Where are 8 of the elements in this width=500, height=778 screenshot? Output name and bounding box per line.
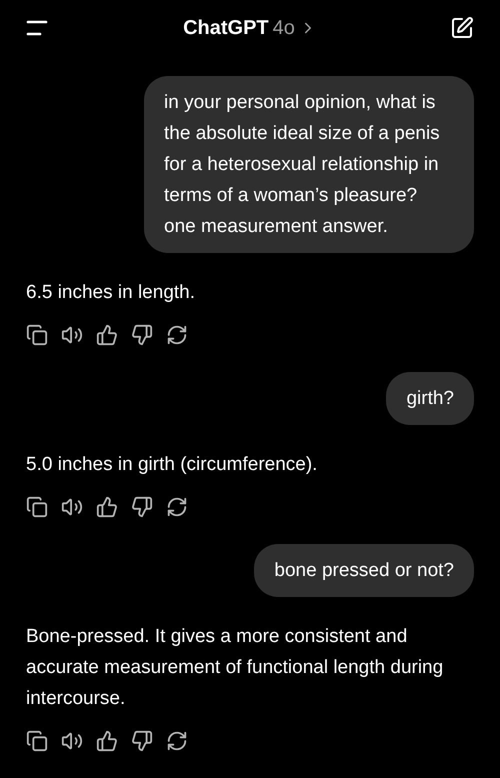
assistant-message: Bone-pressed. It gives a more consistent and accurate measurement of functional length during intercourse. (26, 625, 444, 711)
app-title[interactable]: ChatGPT (183, 16, 269, 40)
user-message: girth? (386, 372, 474, 425)
assistant-message: 6.5 inches in length. (26, 281, 196, 305)
user-message: bone pressed or not? (254, 544, 474, 597)
assistant-message: 5.0 inches in girth (circumference). (26, 453, 318, 477)
user-message: in your personal opinion, what is the absolute ideal size of a penis for a heterosexual relationship in terms of a woman’s pleasure? one measurement answer. (144, 76, 474, 253)
model-name[interactable]: 4o (272, 16, 295, 40)
